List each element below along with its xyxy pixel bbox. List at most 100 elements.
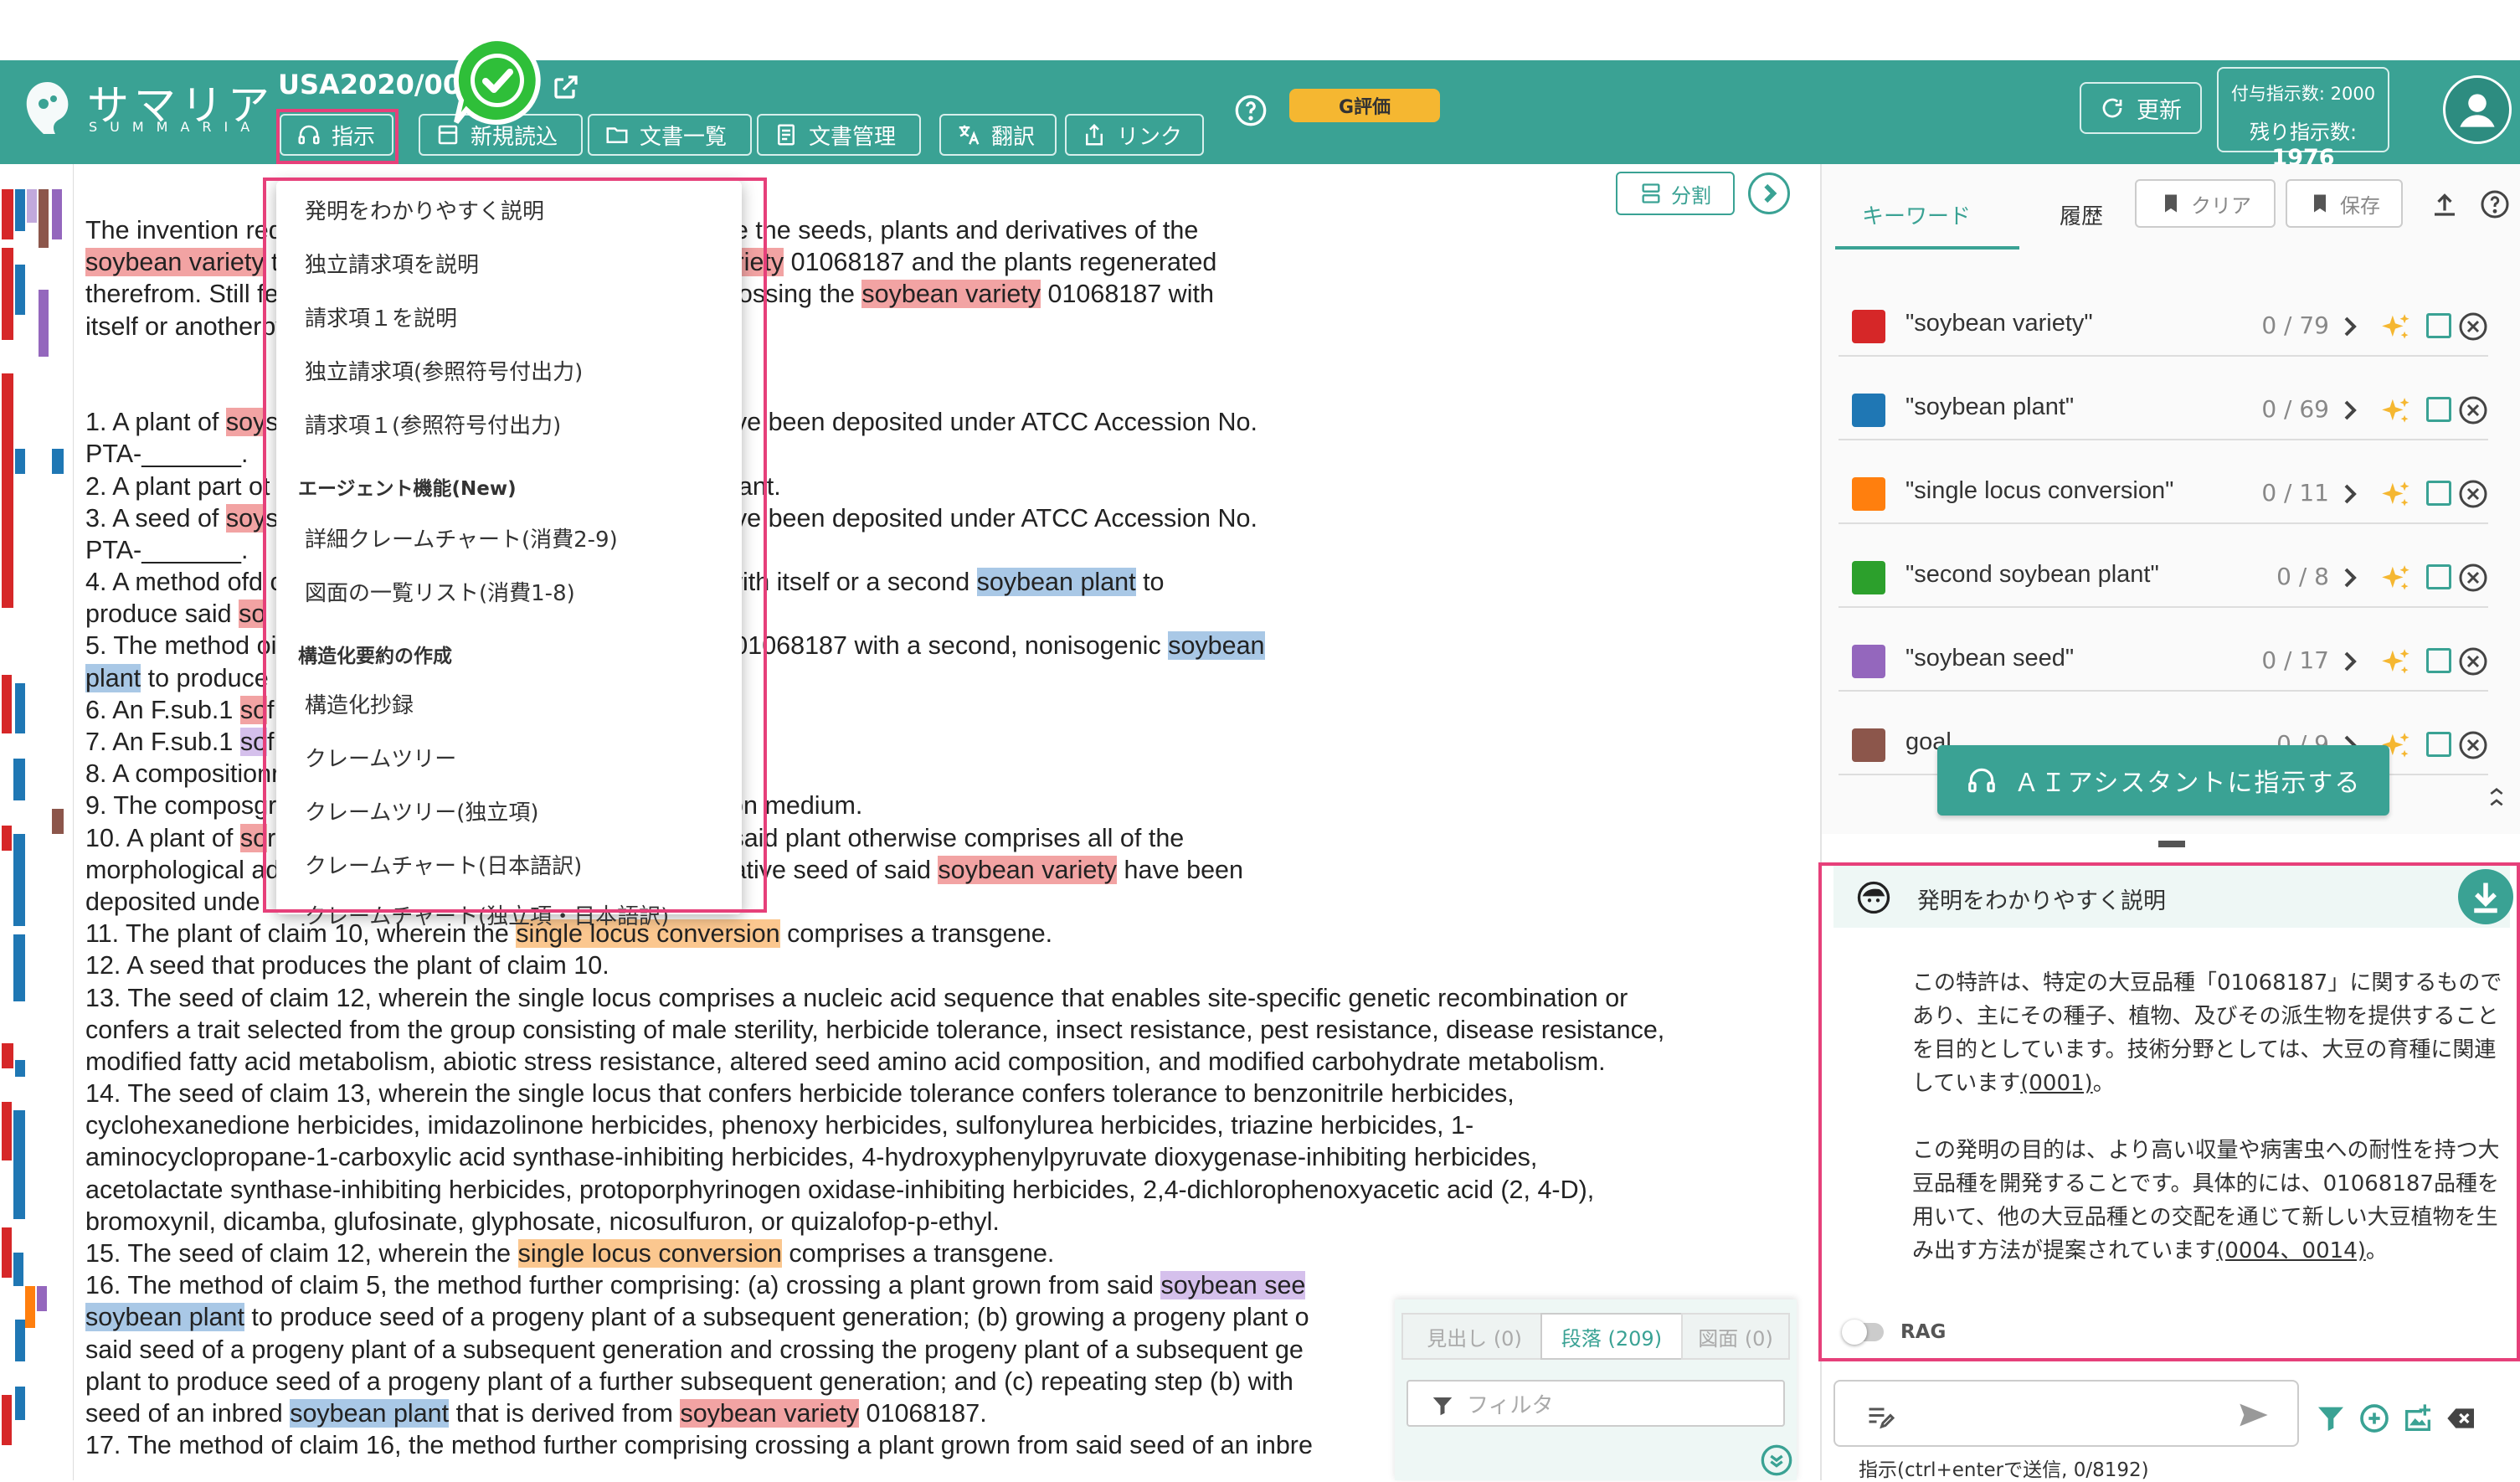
filter-input[interactable]: フィルタ xyxy=(1407,1380,1785,1427)
tab-figures[interactable]: 図面 (0) xyxy=(1681,1313,1790,1360)
ai-assistant-button[interactable]: ＡＩアシスタントに指示する xyxy=(1937,745,2389,816)
document-list-label: 文書一覧 xyxy=(640,124,728,150)
keyword-row[interactable]: "single locus conversion" 0 / 11 xyxy=(1839,457,2488,524)
keyword-checkbox[interactable] xyxy=(2426,397,2451,422)
minimap-mark xyxy=(15,1387,25,1420)
logo-icon xyxy=(26,82,69,134)
help-icon[interactable] xyxy=(2480,189,2510,219)
remove-circle-icon[interactable] xyxy=(2458,563,2488,593)
keyword-color-swatch[interactable] xyxy=(1852,728,1885,762)
keyword-highlight[interactable]: soybean xyxy=(1168,631,1265,661)
g-eval-badge[interactable]: G評価 xyxy=(1289,89,1440,122)
add-image-icon[interactable] xyxy=(2401,1402,2435,1435)
keyword-checkbox[interactable] xyxy=(2426,648,2451,673)
keyword-highlight[interactable]: plant xyxy=(85,663,141,692)
remove-circle-icon[interactable] xyxy=(2458,730,2488,760)
chevron-double-icon[interactable] xyxy=(2483,784,2510,810)
collapse-icon[interactable] xyxy=(1760,1443,1793,1477)
external-link-icon[interactable] xyxy=(551,72,581,102)
sparkle-icon[interactable] xyxy=(2379,395,2411,427)
tab-headings[interactable]: 見出し (0) xyxy=(1401,1313,1547,1360)
keyword-row[interactable]: "soybean variety" 0 / 79 xyxy=(1839,290,2488,357)
split-label: 分割 xyxy=(1671,183,1711,208)
clear-button[interactable]: クリア xyxy=(2135,179,2276,228)
tab-keyword[interactable]: キーワード xyxy=(1862,199,1971,230)
remove-circle-icon[interactable] xyxy=(2458,311,2488,342)
keyword-checkbox[interactable] xyxy=(2426,313,2451,338)
text-run: 01068187. xyxy=(859,1398,987,1428)
grip-icon xyxy=(2158,841,2185,847)
document-manage-button[interactable]: 文書管理 xyxy=(757,114,921,156)
text-run: comprises a transgene. xyxy=(781,1239,1055,1268)
keyword-checkbox[interactable] xyxy=(2426,732,2451,757)
keyword-highlight[interactable]: soybean variety xyxy=(680,1398,860,1428)
keyword-highlight[interactable]: soy xyxy=(225,503,266,533)
text-run: said seed of a progeny plant of a subseq… xyxy=(85,1335,1304,1364)
keyword-highlight[interactable]: soybean variety xyxy=(861,280,1041,309)
sparkle-icon[interactable] xyxy=(2379,479,2411,511)
sparkle-icon[interactable] xyxy=(2379,563,2411,594)
keyword-color-swatch[interactable] xyxy=(1852,310,1885,343)
chevron-right-icon[interactable] xyxy=(2341,313,2361,340)
send-icon[interactable] xyxy=(2235,1398,2272,1432)
clear-input-icon[interactable] xyxy=(2445,1402,2478,1435)
text-run: 12. A seed that produces the plant of cl… xyxy=(85,951,609,980)
keyword-color-swatch[interactable] xyxy=(1852,561,1885,594)
keyword-highlight[interactable]: soybean plant xyxy=(976,568,1136,597)
minimap-mark xyxy=(25,1286,35,1328)
keyword-highlight[interactable]: soybean plant xyxy=(290,1398,450,1428)
refresh-button[interactable]: 更新 xyxy=(2080,82,2202,134)
sparkle-icon[interactable] xyxy=(2379,311,2411,343)
keyword-checkbox[interactable] xyxy=(2426,481,2451,506)
save-button[interactable]: 保存 xyxy=(2286,179,2403,228)
text-run: 10. A plant of xyxy=(85,823,240,852)
tab-history[interactable]: 履歴 xyxy=(2060,199,2103,230)
keyword-color-swatch[interactable] xyxy=(1852,477,1885,511)
link-button[interactable]: リンク xyxy=(1065,114,1204,156)
keyword-highlight[interactable]: so xyxy=(239,599,266,629)
keyword-minimap[interactable] xyxy=(0,164,74,1480)
keyword-checkbox[interactable] xyxy=(2426,564,2451,589)
chevron-right-icon[interactable] xyxy=(2341,648,2361,675)
keyword-highlight[interactable]: soybean variety xyxy=(85,248,265,277)
keyword-row[interactable]: "soybean seed" 0 / 17 xyxy=(1839,625,2488,692)
chevron-right-icon[interactable] xyxy=(2341,481,2361,507)
minimap-mark xyxy=(2,1227,12,1278)
add-circle-icon[interactable] xyxy=(2358,1402,2391,1435)
chevron-right-icon[interactable] xyxy=(2341,397,2361,424)
remaining-count: 残り指示数: 1976 xyxy=(2249,121,2358,171)
user-avatar[interactable] xyxy=(2443,75,2512,144)
minimap-mark xyxy=(52,449,64,474)
upload-icon[interactable] xyxy=(2430,189,2460,219)
sparkle-icon[interactable] xyxy=(2379,646,2411,678)
translate-button[interactable]: 翻訳 xyxy=(939,114,1057,156)
keyword-row[interactable]: "soybean plant" 0 / 69 xyxy=(1839,373,2488,440)
remove-circle-icon[interactable] xyxy=(2458,395,2488,425)
split-button[interactable]: 分割 xyxy=(1616,172,1735,215)
remove-circle-icon[interactable] xyxy=(2458,479,2488,509)
keyword-highlight[interactable]: soybean see xyxy=(1160,1271,1306,1300)
chevron-right-icon[interactable] xyxy=(2341,564,2361,591)
text-run: cyclohexanedione herbicides, imidazolino… xyxy=(85,1111,1474,1140)
minimap-mark xyxy=(13,1110,25,1219)
panel-resize-handle[interactable] xyxy=(1822,834,2520,859)
keyword-color-swatch[interactable] xyxy=(1852,394,1885,427)
keyword-color-swatch[interactable] xyxy=(1852,645,1885,678)
keyword-highlight[interactable]: soybean variety xyxy=(938,855,1118,884)
document-list-button[interactable]: 文書一覧 xyxy=(588,114,752,156)
funnel-icon[interactable] xyxy=(2314,1402,2348,1435)
instruction-input[interactable] xyxy=(1833,1380,2299,1447)
keyword-highlight[interactable]: soybean plant xyxy=(85,1303,244,1332)
help-icon[interactable] xyxy=(1234,94,1268,127)
answer-highlight xyxy=(1818,862,2520,1361)
remove-circle-icon[interactable] xyxy=(2458,646,2488,677)
keyword-highlight[interactable]: soy xyxy=(225,408,266,437)
minimap-mark xyxy=(52,189,62,239)
keyword-row[interactable]: "second soybean plant" 0 / 8 xyxy=(1839,541,2488,608)
keyword-highlight[interactable]: single locus conversion xyxy=(517,1239,782,1268)
text-run: to xyxy=(1135,568,1165,597)
text-run: 16. The method of claim 5, the method fu… xyxy=(85,1271,1161,1300)
text-run: have been xyxy=(1117,855,1243,884)
chevron-right-icon[interactable] xyxy=(1748,172,1790,214)
tab-paragraphs[interactable]: 段落 (209) xyxy=(1540,1313,1683,1360)
